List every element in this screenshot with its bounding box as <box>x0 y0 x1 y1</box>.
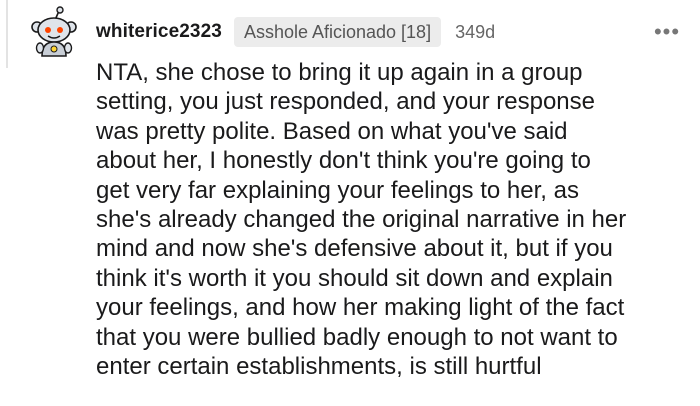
comment-body: NTA, she chose to bring it up again in a… <box>96 59 627 381</box>
comment-age: 349d <box>455 21 496 42</box>
reddit-snoo-avatar-icon <box>31 6 77 57</box>
thread-line[interactable] <box>6 0 8 68</box>
username[interactable]: whiterice2323 <box>96 21 222 43</box>
avatar[interactable] <box>28 6 80 58</box>
user-flair: Asshole Aficionado [18] <box>233 17 442 47</box>
more-options-icon[interactable]: ••• <box>654 18 680 46</box>
comment-header: whiterice2323 Asshole Aficionado [18] 34… <box>96 16 680 48</box>
